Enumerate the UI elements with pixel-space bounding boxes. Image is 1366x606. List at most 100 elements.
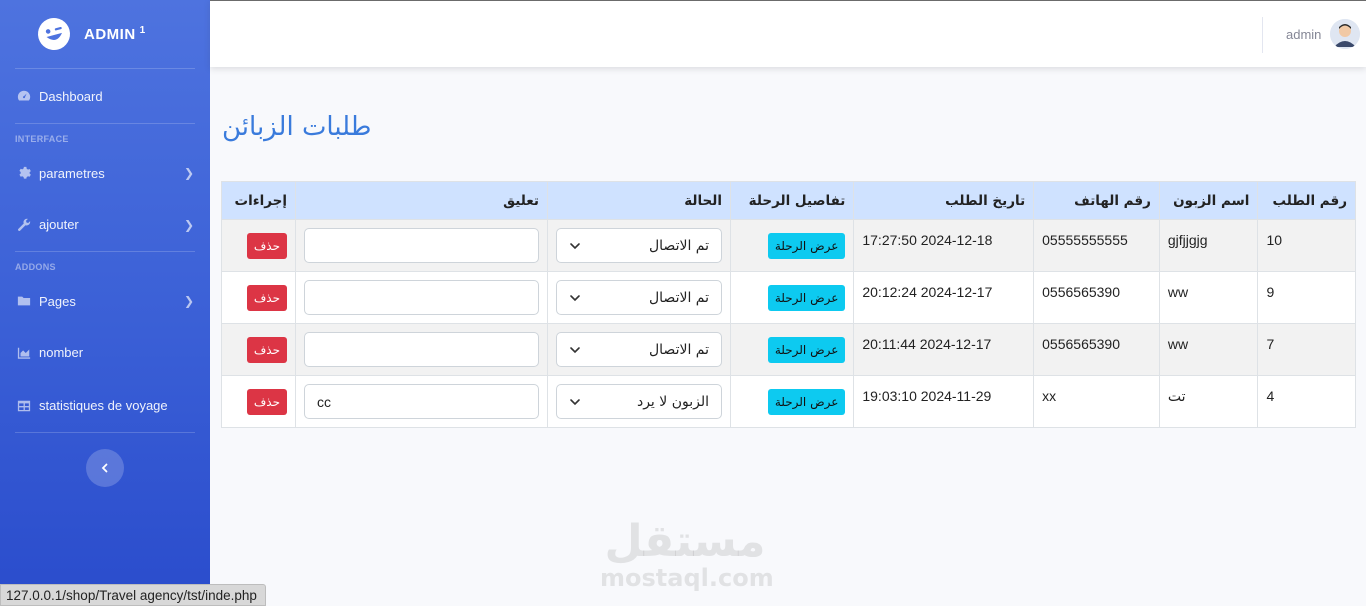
column-header-date: تاريخ الطلب xyxy=(853,181,1035,220)
sidebar-item-pages[interactable]: Pages ❯ xyxy=(0,276,210,326)
cell-actions: حذف xyxy=(221,271,296,324)
folder-icon xyxy=(16,293,32,309)
delete-button[interactable]: حذف xyxy=(246,232,287,259)
user-name[interactable]: admin xyxy=(1286,27,1321,42)
status-select-value: الزبون لا يرد xyxy=(636,393,709,410)
sidebar: ADMIN 1 Dashboard INTERFACE parametres ❯ … xyxy=(0,0,210,606)
column-header-trip: تفاصيل الرحلة xyxy=(729,181,855,220)
cell-phone: xx xyxy=(1033,375,1160,428)
status-select[interactable]: تم الاتصال xyxy=(556,280,722,315)
cell-date: 2024-12-17 20:12:24 xyxy=(853,271,1035,324)
cell-phone: 0556565390 xyxy=(1033,271,1160,324)
tachometer-icon xyxy=(16,88,32,104)
view-trip-button[interactable]: عرض الرحلة xyxy=(767,388,846,415)
sidebar-heading-addons: ADDONS xyxy=(15,262,56,272)
chevron-right-icon: ❯ xyxy=(183,217,194,232)
column-header-actions: إجراءات xyxy=(221,181,296,220)
cell-status: تم الاتصال xyxy=(547,323,731,376)
cell-date: 2024-11-29 19:03:10 xyxy=(853,375,1035,428)
chevron-right-icon: ❯ xyxy=(183,294,194,308)
cell-status: الزبون لا يرد xyxy=(547,375,731,428)
avatar[interactable] xyxy=(1330,19,1360,49)
watermark-latin: mostaql.com xyxy=(600,564,774,592)
column-header-id: رقم الطلب xyxy=(1257,181,1356,220)
sidebar-item-parametres[interactable]: parametres ❯ xyxy=(0,148,210,198)
status-select[interactable]: تم الاتصال xyxy=(556,228,722,263)
cell-actions: حذف xyxy=(221,219,296,272)
cell-trip: عرض الرحلة xyxy=(729,375,855,428)
cell-name: ww xyxy=(1158,323,1259,376)
sidebar-item-ajouter[interactable]: ajouter ❯ xyxy=(0,198,210,251)
view-trip-button[interactable]: عرض الرحلة xyxy=(767,284,846,311)
column-header-name: اسم الزبون xyxy=(1158,181,1259,220)
cell-date: 2024-12-18 17:27:50 xyxy=(853,219,1035,272)
gear-icon xyxy=(16,165,32,181)
cell-actions: حذف xyxy=(221,323,296,376)
table-row: 10 gjfjjgjg 05555555555 2024-12-18 17:27:50… xyxy=(221,219,1356,272)
view-trip-button[interactable]: عرض الرحلة xyxy=(767,336,846,363)
chevron-down-icon xyxy=(570,294,580,301)
chevron-down-icon xyxy=(570,242,580,249)
brand-sup: 1 xyxy=(139,25,146,36)
laugh-wink-icon xyxy=(34,14,74,54)
view-trip-button[interactable]: عرض الرحلة xyxy=(767,232,846,259)
cell-comment xyxy=(295,323,548,376)
cell-comment: cc xyxy=(295,375,548,428)
brand[interactable]: ADMIN 1 xyxy=(0,0,210,68)
chevron-down-icon xyxy=(570,398,580,405)
comment-input[interactable]: cc xyxy=(304,384,539,419)
cell-id: 10 xyxy=(1257,219,1356,272)
status-select-value: تم الاتصال xyxy=(648,237,709,254)
cell-trip: عرض الرحلة xyxy=(729,271,855,324)
column-header-status: الحالة xyxy=(547,181,731,220)
status-select[interactable]: الزبون لا يرد xyxy=(556,384,722,419)
sidebar-item-label: ajouter xyxy=(39,217,79,232)
cell-name: gjfjjgjg xyxy=(1158,219,1259,272)
delete-button[interactable]: حذف xyxy=(246,336,287,363)
comment-input[interactable] xyxy=(304,280,539,315)
sidebar-item-label: Dashboard xyxy=(39,88,103,104)
table-header-row: رقم الطلب اسم الزبون رقم الهاتف تاريخ ال… xyxy=(221,181,1356,220)
delete-button[interactable]: حذف xyxy=(246,284,287,311)
column-header-phone: رقم الهاتف xyxy=(1033,181,1160,220)
cell-trip: عرض الرحلة xyxy=(729,219,855,272)
status-select-value: تم الاتصال xyxy=(648,289,709,306)
chevron-right-icon: ❯ xyxy=(183,166,194,180)
sidebar-item-label: statistiques de voyage xyxy=(39,398,168,413)
cell-trip: عرض الرحلة xyxy=(729,323,855,376)
sidebar-heading-interface: INTERFACE xyxy=(15,134,69,144)
sidebar-item-statistiques[interactable]: statistiques de voyage xyxy=(0,379,210,432)
cell-phone: 0556565390 xyxy=(1033,323,1160,376)
watermark-logo: مستقل mostaql.com xyxy=(600,516,774,593)
comment-input[interactable] xyxy=(304,332,539,367)
status-select[interactable]: تم الاتصال xyxy=(556,332,722,367)
page-title: طلبات الزبائن xyxy=(222,112,372,142)
sidebar-item-nomber[interactable]: nomber xyxy=(0,326,210,379)
status-select-value: تم الاتصال xyxy=(648,341,709,358)
cell-comment xyxy=(295,219,548,272)
cell-date: 2024-12-17 20:11:44 xyxy=(853,323,1035,376)
topbar-divider xyxy=(1262,17,1263,53)
cell-id: 7 xyxy=(1257,323,1356,376)
cell-status: تم الاتصال xyxy=(547,271,731,324)
comment-input[interactable] xyxy=(304,228,539,263)
cell-id: 4 xyxy=(1257,375,1356,428)
sidebar-item-dashboard[interactable]: Dashboard xyxy=(0,69,210,123)
sidebar-toggle-button[interactable] xyxy=(86,449,124,487)
brand-name: ADMIN xyxy=(84,26,136,43)
topbar: admin xyxy=(210,0,1366,67)
sidebar-item-label: Pages xyxy=(39,293,76,309)
cell-id: 9 xyxy=(1257,271,1356,324)
sidebar-divider xyxy=(15,432,195,433)
chart-area-icon xyxy=(16,345,32,361)
table-row: 9 ww 0556565390 2024-12-17 20:12:24 عرض الرح… xyxy=(221,271,1356,324)
watermark-arabic: مستقل xyxy=(604,516,766,567)
table-row: 7 ww 0556565390 2024-12-17 20:11:44 عرض الرح… xyxy=(221,323,1356,376)
sidebar-item-label: parametres xyxy=(39,165,105,181)
orders-table: رقم الطلب اسم الزبون رقم الهاتف تاريخ ال… xyxy=(221,181,1356,428)
cell-phone: 05555555555 xyxy=(1033,219,1160,272)
delete-button[interactable]: حذف xyxy=(246,388,287,415)
cell-status: تم الاتصال xyxy=(547,219,731,272)
wrench-icon xyxy=(16,217,32,233)
cell-name: تت xyxy=(1158,375,1259,428)
